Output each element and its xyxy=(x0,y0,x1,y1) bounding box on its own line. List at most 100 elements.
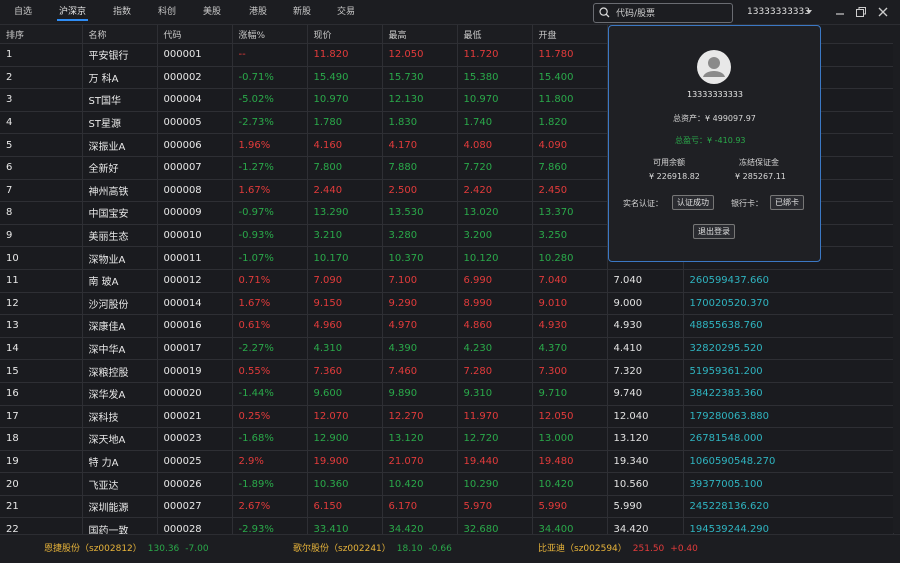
cell-high: 3.280 xyxy=(382,224,458,248)
tab-8[interactable]: 交易 xyxy=(337,0,355,24)
realname-status-button[interactable]: 认证成功 xyxy=(672,195,714,210)
cell-chg: -1.44% xyxy=(232,382,308,406)
tab-4[interactable]: 科创 xyxy=(158,0,176,24)
cell-low: 13.020 xyxy=(457,201,533,225)
cell-high: 15.730 xyxy=(382,66,458,90)
cell-low: 9.310 xyxy=(457,382,533,406)
cell-chg: -2.73% xyxy=(232,111,308,135)
cell-open: 7.040 xyxy=(532,269,608,293)
cell-rank: 3 xyxy=(0,88,83,112)
table-row[interactable]: 16 深华发A 000020 -1.44% 9.600 9.890 9.310 9.710 9.… xyxy=(0,382,894,406)
cell-chg: -1.07% xyxy=(232,246,308,270)
bankcard-status-button[interactable]: 已绑卡 xyxy=(770,195,804,210)
column-header-4[interactable]: 涨幅% xyxy=(232,25,308,44)
cell-high: 2.500 xyxy=(382,179,458,203)
restore-icon[interactable] xyxy=(854,5,868,19)
table-row[interactable]: 19 特 力A 000025 2.9% 19.900 21.070 19.440 19.480… xyxy=(0,450,894,474)
tab-3[interactable]: 指数 xyxy=(113,0,131,24)
cell-code: 000019 xyxy=(157,359,233,383)
cell-open: 19.480 xyxy=(532,450,608,474)
ticker-item[interactable]: 歌尔股份（sz002241） 18.10 -0.66 xyxy=(293,535,452,563)
cell-low: 4.230 xyxy=(457,337,533,361)
bankcard-label: 银行卡： xyxy=(731,199,763,208)
cell-amount: 39377005.100 xyxy=(683,472,894,496)
vertical-scrollbar[interactable] xyxy=(893,25,900,533)
user-account-menu[interactable]: 13333333333 xyxy=(747,0,812,24)
ticker-name: 比亚迪 xyxy=(538,544,566,554)
cell-open: 11.780 xyxy=(532,43,608,67)
tab-7[interactable]: 新股 xyxy=(293,0,311,24)
tab-5[interactable]: 美股 xyxy=(203,0,221,24)
cell-prev: 12.040 xyxy=(607,405,684,429)
ticker-item[interactable]: 恩捷股份（sz002812） 130.36 -7.00 xyxy=(44,535,209,563)
cell-amount: 51959361.200 xyxy=(683,359,894,383)
cell-chg: -0.71% xyxy=(232,66,308,90)
cell-rank: 16 xyxy=(0,382,83,406)
cell-high: 6.170 xyxy=(382,495,458,519)
table-row[interactable]: 15 深粮控股 000019 0.55% 7.360 7.460 7.280 7.300 7.3… xyxy=(0,359,894,383)
cell-prev: 5.990 xyxy=(607,495,684,519)
minimize-icon[interactable] xyxy=(833,5,847,19)
table-row[interactable]: 21 深圳能源 000027 2.67% 6.150 6.170 5.970 5.990 5.9… xyxy=(0,495,894,519)
cell-prev: 4.930 xyxy=(607,314,684,338)
logout-button[interactable]: 退出登录 xyxy=(693,224,735,239)
cell-open: 12.050 xyxy=(532,405,608,429)
table-row[interactable]: 12 沙河股份 000014 1.67% 9.150 9.290 8.990 9.010 9.0… xyxy=(0,292,894,316)
cell-open: 11.800 xyxy=(532,88,608,112)
cell-chg: 2.9% xyxy=(232,450,308,474)
cell-name: 深物业A xyxy=(82,246,158,270)
cell-chg: 1.96% xyxy=(232,133,308,157)
column-header-6[interactable]: 最高 xyxy=(382,25,458,44)
cell-chg: 0.25% xyxy=(232,405,308,429)
cell-low: 11.970 xyxy=(457,405,533,429)
search-icon xyxy=(599,7,610,18)
avatar-icon xyxy=(697,50,731,84)
cell-open: 4.090 xyxy=(532,133,608,157)
cell-chg: 1.67% xyxy=(232,292,308,316)
search-input[interactable]: 代码/股票 xyxy=(616,6,655,19)
close-icon[interactable] xyxy=(876,5,890,19)
ticker-code: （sz002812） xyxy=(80,544,142,554)
table-row[interactable]: 14 深中华A 000017 -2.27% 4.310 4.390 4.230 4.370 4.… xyxy=(0,337,894,361)
column-header-7[interactable]: 最低 xyxy=(457,25,533,44)
cell-prev: 4.410 xyxy=(607,337,684,361)
cell-name: 深科技 xyxy=(82,405,158,429)
tab-1[interactable]: 自选 xyxy=(14,0,32,24)
ticker-item[interactable]: 比亚迪（sz002594） 251.50 +0.40 xyxy=(538,535,698,563)
search-box[interactable]: 代码/股票 xyxy=(593,3,733,23)
column-header-5[interactable]: 现价 xyxy=(307,25,383,44)
tab-2[interactable]: 沪深京 xyxy=(56,0,89,24)
ticker-change: -7.00 xyxy=(185,544,209,554)
cell-low: 7.720 xyxy=(457,156,533,180)
cell-high: 13.530 xyxy=(382,201,458,225)
cell-price: 19.900 xyxy=(307,450,383,474)
cell-open: 13.370 xyxy=(532,201,608,225)
cell-open: 4.370 xyxy=(532,337,608,361)
cell-chg: -0.93% xyxy=(232,224,308,248)
cell-price: 10.170 xyxy=(307,246,383,270)
cell-prev: 7.320 xyxy=(607,359,684,383)
cell-code: 000011 xyxy=(157,246,233,270)
column-header-3[interactable]: 代码 xyxy=(157,25,233,44)
column-header-1[interactable]: 排序 xyxy=(0,25,83,44)
tab-6[interactable]: 港股 xyxy=(249,0,267,24)
cell-high: 12.050 xyxy=(382,43,458,67)
cell-price: 4.160 xyxy=(307,133,383,157)
table-row[interactable]: 20 飞亚达 000026 -1.89% 10.360 10.420 10.290 10.42… xyxy=(0,472,894,496)
ticker-name: 歌尔股份 xyxy=(293,544,330,554)
cell-prev: 10.560 xyxy=(607,472,684,496)
table-row[interactable]: 17 深科技 000021 0.25% 12.070 12.270 11.970 12.050… xyxy=(0,405,894,429)
cell-chg: -5.02% xyxy=(232,88,308,112)
column-header-8[interactable]: 开盘 xyxy=(532,25,608,44)
available-label: 可用余额 xyxy=(653,158,685,167)
column-header-2[interactable]: 名称 xyxy=(82,25,158,44)
table-row[interactable]: 11 南 玻A 000012 0.71% 7.090 7.100 6.990 7.040 7.0… xyxy=(0,269,894,293)
cell-amount: 260599437.660 xyxy=(683,269,894,293)
cell-low: 7.280 xyxy=(457,359,533,383)
ticker-price: 18.10 xyxy=(396,544,423,554)
cell-name: 平安银行 xyxy=(82,43,158,67)
table-row[interactable]: 13 深康佳A 000016 0.61% 4.960 4.970 4.860 4.930 4.9… xyxy=(0,314,894,338)
cell-name: 南 玻A xyxy=(82,269,158,293)
table-row[interactable]: 18 深天地A 000023 -1.68% 12.900 13.120 12.720 13.0… xyxy=(0,427,894,451)
cell-prev: 9.740 xyxy=(607,382,684,406)
